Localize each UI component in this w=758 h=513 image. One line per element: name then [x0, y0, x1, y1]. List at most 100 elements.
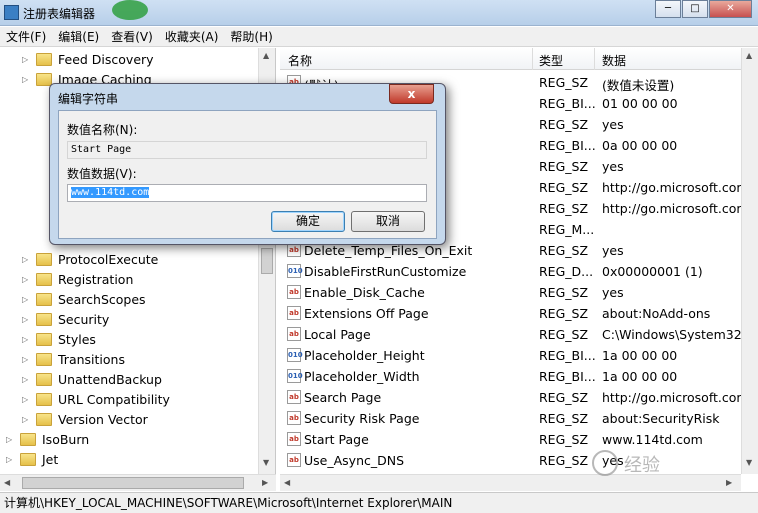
- scroll-down-icon[interactable]: ▼: [746, 458, 752, 467]
- window-title: 注册表编辑器: [23, 7, 96, 21]
- value-data: 01 00 00 00: [602, 96, 678, 111]
- tree-item-label: UnattendBackup: [58, 371, 162, 387]
- value-data: 1a 00 00 00: [602, 348, 678, 363]
- expand-arrow-icon[interactable]: ▷: [22, 255, 31, 264]
- value-row[interactable]: ab Search Page REG_SZ http://go.microsoft.c…: [280, 387, 758, 408]
- menu-help[interactable]: 帮助(H): [230, 27, 272, 46]
- value-type: REG_SZ: [539, 453, 589, 468]
- tree-hscroll-thumb[interactable]: [22, 477, 244, 489]
- value-type: REG_SZ: [539, 117, 589, 132]
- expand-arrow-icon[interactable]: ▷: [22, 355, 31, 364]
- tree-item[interactable]: ▷ SearchScopes: [22, 289, 146, 309]
- value-name: Enable_Disk_Cache: [304, 285, 425, 300]
- value-name: Security Risk Page: [304, 411, 420, 426]
- value-type: REG_SZ: [539, 390, 589, 405]
- expand-arrow-icon[interactable]: ▷: [22, 275, 31, 284]
- tree-item[interactable]: ▷ Security: [22, 309, 109, 329]
- scroll-right-icon[interactable]: ▶: [262, 478, 268, 487]
- menu-view[interactable]: 查看(V): [111, 27, 153, 46]
- tree-item[interactable]: ▷ Registration: [22, 269, 133, 289]
- column-name[interactable]: 名称: [288, 52, 312, 69]
- value-row[interactable]: ab Start Page REG_SZ www.114td.com: [280, 429, 758, 450]
- folder-icon: [36, 272, 52, 286]
- tree-scroll-thumb[interactable]: [261, 248, 273, 274]
- tree-item[interactable]: ▷ UnattendBackup: [22, 369, 162, 389]
- expand-arrow-icon[interactable]: ▷: [6, 455, 15, 464]
- value-row[interactable]: ab Enable_Disk_Cache REG_SZ yes: [280, 282, 758, 303]
- tree-horizontal-scrollbar[interactable]: ◀ ▶: [0, 474, 276, 491]
- scroll-down-icon[interactable]: ▼: [263, 458, 269, 467]
- expand-arrow-icon[interactable]: ▷: [6, 435, 15, 444]
- value-name: Use_Async_DNS: [304, 453, 405, 468]
- menu-favorites[interactable]: 收藏夹(A): [165, 27, 219, 46]
- value-data: about:SecurityRisk: [602, 411, 720, 426]
- menu-file[interactable]: 文件(F): [6, 27, 46, 46]
- column-type[interactable]: 类型: [539, 52, 563, 69]
- expand-arrow-icon[interactable]: ▷: [22, 295, 31, 304]
- value-row[interactable]: 010 DisableFirstRunCustomize REG_D... 0x000…: [280, 261, 758, 282]
- tree-item[interactable]: ▷ Version Vector: [22, 409, 148, 429]
- expand-arrow-icon[interactable]: ▷: [22, 375, 31, 384]
- expand-arrow-icon[interactable]: ▷: [22, 75, 31, 84]
- tree-item[interactable]: ▷ ProtocolExecute: [22, 249, 158, 269]
- value-name-field: Start Page: [67, 141, 427, 159]
- value-data: http://go.microsoft.com/fw: [602, 201, 758, 216]
- folder-icon: [36, 392, 52, 406]
- expand-arrow-icon[interactable]: ▷: [22, 315, 31, 324]
- folder-icon: [20, 452, 36, 466]
- tree-item[interactable]: ▷ Feed Discovery: [22, 49, 154, 69]
- background-app-icon: [112, 0, 148, 20]
- value-row[interactable]: ab Security Risk Page REG_SZ about:Security…: [280, 408, 758, 429]
- tree-item-label: SearchScopes: [58, 291, 146, 307]
- tree-item[interactable]: ▷ URL Compatibility: [22, 389, 170, 409]
- minimize-button[interactable]: ─: [655, 0, 681, 18]
- scroll-up-icon[interactable]: ▲: [263, 51, 269, 60]
- value-type: REG_BI...: [539, 96, 596, 111]
- menu-edit[interactable]: 编辑(E): [58, 27, 99, 46]
- ok-button[interactable]: 确定: [271, 211, 345, 232]
- dialog-close-button[interactable]: x: [389, 84, 434, 104]
- folder-icon: [36, 412, 52, 426]
- maximize-button[interactable]: □: [682, 0, 708, 18]
- regedit-icon: [4, 5, 19, 20]
- column-divider[interactable]: [594, 48, 595, 70]
- value-data: (数值未设置): [602, 78, 675, 93]
- watermark: 经验: [592, 448, 732, 480]
- value-row[interactable]: 010 Placeholder_Width REG_BI... 1a 00 00 00: [280, 366, 758, 387]
- value-row[interactable]: 010 Placeholder_Height REG_BI... 1a 00 00 0…: [280, 345, 758, 366]
- close-window-button[interactable]: ✕: [709, 0, 752, 18]
- column-divider[interactable]: [532, 48, 533, 70]
- expand-arrow-icon[interactable]: ▷: [22, 335, 31, 344]
- value-data-input[interactable]: www.114td.com: [67, 184, 427, 202]
- tree-item-label: ProtocolExecute: [58, 251, 159, 267]
- tree-item[interactable]: ▷ Jet: [6, 449, 58, 469]
- value-row[interactable]: ab Local Page REG_SZ C:\Windows\System32\bl…: [280, 324, 758, 345]
- string-value-icon: ab: [287, 243, 301, 257]
- value-name: Placeholder_Height: [304, 348, 425, 363]
- column-data[interactable]: 数据: [602, 52, 626, 69]
- value-type: REG_SZ: [539, 327, 589, 342]
- value-name: Delete_Temp_Files_On_Exit: [304, 243, 473, 258]
- scroll-left-icon[interactable]: ◀: [284, 478, 290, 487]
- scroll-left-icon[interactable]: ◀: [4, 478, 10, 487]
- tree-item[interactable]: ▷ IsoBurn: [6, 429, 89, 449]
- string-value-icon: ab: [287, 327, 301, 341]
- scroll-up-icon[interactable]: ▲: [746, 51, 752, 60]
- expand-arrow-icon[interactable]: ▷: [22, 415, 31, 424]
- tree-item[interactable]: ▷ Styles: [22, 329, 96, 349]
- tree-item[interactable]: ▷ Transitions: [22, 349, 125, 369]
- folder-icon: [36, 52, 52, 66]
- value-data: 1a 00 00 00: [602, 369, 678, 384]
- expand-arrow-icon[interactable]: ▷: [22, 55, 31, 64]
- expand-arrow-icon[interactable]: ▷: [22, 395, 31, 404]
- value-data: yes: [602, 285, 624, 300]
- value-type: REG_SZ: [539, 201, 589, 216]
- string-value-icon: ab: [287, 432, 301, 446]
- cancel-button[interactable]: 取消: [351, 211, 425, 232]
- value-name: Start Page: [304, 432, 369, 447]
- list-vertical-scrollbar[interactable]: ▲ ▼: [741, 48, 758, 474]
- edit-string-dialog: 编辑字符串 x 数值名称(N): Start Page 数值数据(V): www…: [49, 83, 446, 245]
- tree-item-label: Registration: [58, 271, 134, 287]
- value-row[interactable]: ab Extensions Off Page REG_SZ about:NoAdd-o…: [280, 303, 758, 324]
- list-header: 名称 类型 数据: [280, 48, 758, 70]
